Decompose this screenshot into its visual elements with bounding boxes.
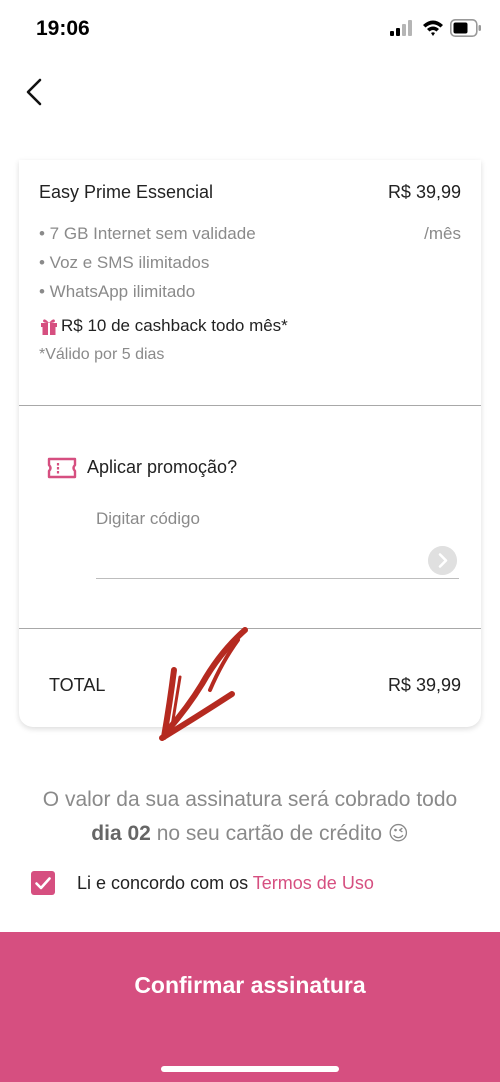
status-time: 19:06 [36,17,90,40]
terms-checkbox[interactable] [31,871,55,895]
billing-day: dia 02 [91,822,151,845]
divider [19,405,481,406]
confirm-subscription-button[interactable]: Confirmar assinatura [0,932,500,1082]
total-label: TOTAL [49,675,106,695]
back-button[interactable] [20,76,52,108]
promo-code-input[interactable] [96,506,426,532]
billing-note-text-2: no seu cartão de crédito [156,822,382,845]
checkmark-icon [35,877,51,890]
plan-period: /mês [424,224,461,243]
plan-feature: • 7 GB Internet sem validade [39,224,256,243]
terms-text: Li e concordo com os Termos de Uso [77,873,374,894]
battery-icon [450,19,481,37]
terms-of-use-link[interactable]: Termos de Uso [253,873,374,893]
plan-name: Easy Prime Essencial [39,182,214,202]
gift-icon [41,319,57,335]
arrow-annotation [159,627,248,741]
subscription-confirm-screen: 19:06 Easy Prime Essencial R$ 39,99 /mês… [0,0,500,1082]
cashback-row: R$ 10 de cashback todo mês* [39,316,288,336]
plan-feature: • WhatsApp ilimitado [39,282,196,301]
confirm-button-label: Confirmar assinatura [134,972,366,998]
home-indicator [161,1066,339,1072]
promo-label: Aplicar promoção? [87,457,238,477]
wifi-icon [423,20,443,36]
ticket-icon [47,457,77,479]
total-value: R$ 39,99 [387,675,461,695]
cellular-signal-icon [390,20,412,36]
wink-emoji-icon: 😉 [387,823,409,845]
billing-note: O valor da sua assinatura será cobrado t… [0,783,500,851]
billing-note-text: O valor da sua assinatura será cobrado t… [42,788,458,811]
status-bar: 19:06 [0,0,500,60]
plan-price: R$ 39,99 [387,182,461,202]
validity-note: *Válido por 5 dias [39,346,165,363]
terms-row: Li e concordo com os Termos de Uso [31,871,374,895]
promo-submit-button[interactable] [428,546,457,575]
promo-input-underline [96,578,459,579]
cashback-text: R$ 10 de cashback todo mês* [61,316,288,335]
plan-feature: • Voz e SMS ilimitados [39,253,210,272]
plan-features-list: • 7 GB Internet sem validade • Voz e SMS… [39,224,256,311]
terms-label: Li e concordo com os [77,872,249,893]
